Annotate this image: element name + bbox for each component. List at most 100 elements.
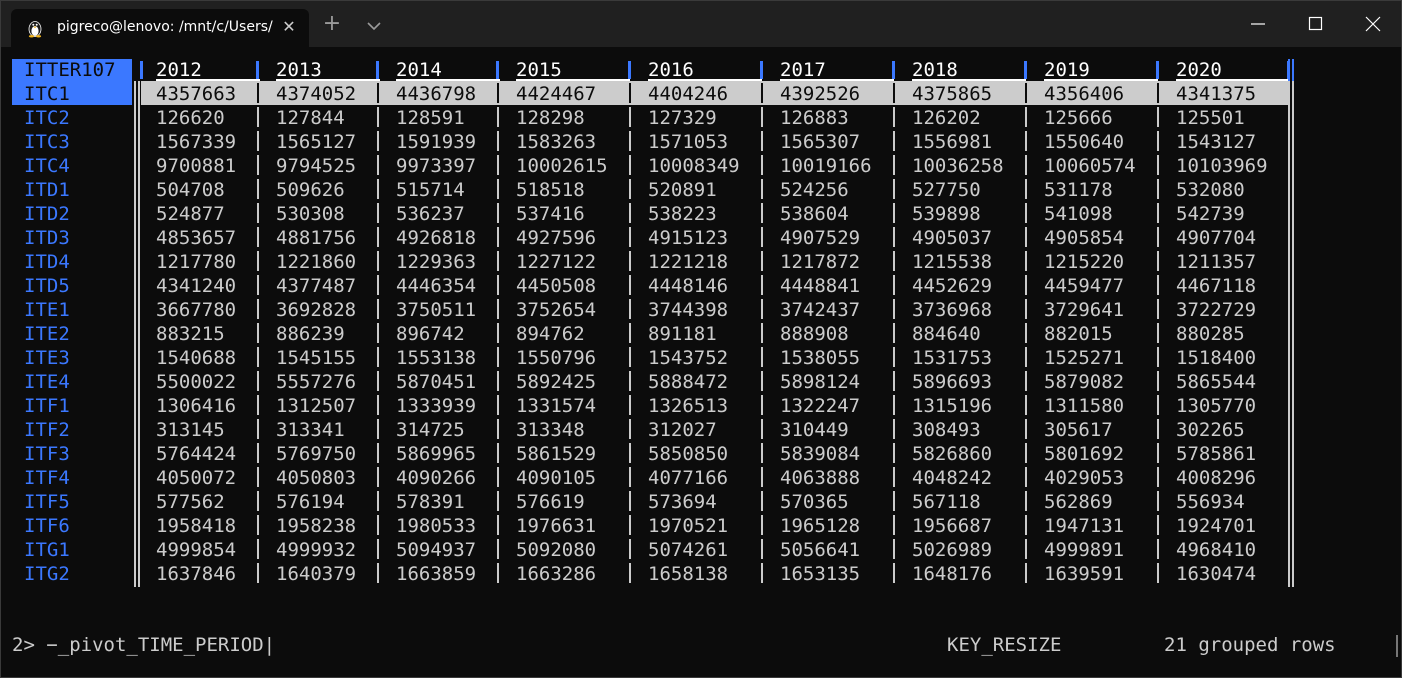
table-cell: 1215220 <box>1044 251 1125 273</box>
table-cell: 1311580 <box>1044 395 1125 417</box>
command-prompt[interactable]: 2> −_pivot_TIME_PERIOD| <box>12 633 275 657</box>
column-separator <box>629 251 631 271</box>
table-row[interactable]: ITE4 5500022 5557276 5870451 5892425 5888472 5… <box>1 369 1401 393</box>
close-tab-icon[interactable]: ✕ <box>279 17 299 37</box>
table-cell: 1538055 <box>780 347 861 369</box>
column-separator <box>629 131 631 151</box>
table-row[interactable]: ITD5 4341240 4377487 4446354 4450508 4448146 4… <box>1 273 1401 297</box>
title-bar[interactable]: pigreco@lenovo: /mnt/c/Users/ ✕ + <box>1 1 1401 47</box>
table-row[interactable]: ITF1 1306416 1312507 1333939 1331574 1326513 1… <box>1 393 1401 417</box>
table-cell: 1653135 <box>780 563 861 585</box>
table-border <box>138 81 140 587</box>
column-header-2020[interactable]: 2020 <box>1176 59 1290 81</box>
column-separator <box>761 419 763 439</box>
table-row[interactable]: ITD1 504708 509626 515714 518518 520891 524256… <box>1 177 1401 201</box>
table-cell: 3742437 <box>780 299 861 321</box>
column-separator <box>893 227 895 247</box>
table-cell: 4375865 <box>912 83 993 105</box>
table-row[interactable]: ITC3 1567339 1565127 1591939 1583263 1571053 1… <box>1 129 1401 153</box>
column-header-2016[interactable]: 2016 <box>648 59 762 81</box>
row-label: ITF4 <box>24 467 70 489</box>
column-separator <box>629 179 631 199</box>
terminal-content[interactable]: ITTER107 2012 2013 2014 2015 2016 2017 2018 201… <box>1 47 1401 677</box>
table-cell: 537416 <box>516 203 585 225</box>
table-cell: 312027 <box>648 419 717 441</box>
table-row[interactable]: ITC4 9700881 9794525 9973397 10002615 1000834… <box>1 153 1401 177</box>
table-cell: 126202 <box>912 107 981 129</box>
column-separator <box>497 563 499 583</box>
column-separator <box>257 539 259 559</box>
column-separator <box>761 347 763 367</box>
table-row[interactable]: ITG2 1637846 1640379 1663859 1663286 1658138 1… <box>1 561 1401 585</box>
table-cell: 125666 <box>1044 107 1113 129</box>
column-separator <box>497 155 499 175</box>
table-row[interactable]: ITF3 5764424 5769750 5869965 5861529 5850850 5… <box>1 441 1401 465</box>
table-cell: 1531753 <box>912 347 993 369</box>
table-row[interactable]: ITF5 577562 576194 578391 576619 573694 570365… <box>1 489 1401 513</box>
column-header-2014[interactable]: 2014 <box>396 59 500 81</box>
table-cell: 1637846 <box>156 563 237 585</box>
table-cell: 4907704 <box>1176 227 1257 249</box>
table-cell: 530308 <box>276 203 345 225</box>
new-tab-button[interactable]: + <box>321 13 343 36</box>
chevron-down-icon[interactable] <box>363 15 385 37</box>
row-label: ITE3 <box>24 347 70 369</box>
table-row[interactable]: ITC1 4357663 4374052 4436798 4424467 4404246 4… <box>1 81 1401 105</box>
table-row[interactable]: ITE3 1540688 1545155 1553138 1550796 1543752 1… <box>1 345 1401 369</box>
table-row[interactable]: ITE1 3667780 3692828 3750511 3752654 3744398 3… <box>1 297 1401 321</box>
terminal-tab[interactable]: pigreco@lenovo: /mnt/c/Users/ ✕ <box>11 9 309 47</box>
row-label: ITF6 <box>24 515 70 537</box>
table-cell: 1648176 <box>912 563 993 585</box>
column-header-2013[interactable]: 2013 <box>276 59 380 81</box>
table-cell: 5557276 <box>276 371 357 393</box>
column-header-2017[interactable]: 2017 <box>780 59 894 81</box>
column-separator <box>629 347 631 367</box>
column-separator <box>1157 203 1159 223</box>
column-separator <box>497 275 499 295</box>
table-cell: 4029053 <box>1044 467 1125 489</box>
table-row[interactable]: ITE2 883215 886239 896742 894762 891181 888908… <box>1 321 1401 345</box>
column-header-2015[interactable]: 2015 <box>516 59 630 81</box>
table-cell: 1550640 <box>1044 131 1125 153</box>
column-separator <box>497 179 499 199</box>
table-cell: 1658138 <box>648 563 729 585</box>
column-separator <box>761 371 763 391</box>
table-cell: 4450508 <box>516 275 597 297</box>
table-row[interactable]: ITF6 1958418 1958238 1980533 1976631 1970521 1… <box>1 513 1401 537</box>
maximize-button[interactable] <box>1287 1 1345 47</box>
column-separator <box>497 347 499 367</box>
table-cell: 3736968 <box>912 299 993 321</box>
table-border <box>1288 81 1290 587</box>
table-cell: 886239 <box>276 323 345 345</box>
minimize-button[interactable] <box>1229 1 1287 47</box>
table-cell: 532080 <box>1176 179 1245 201</box>
table-row[interactable]: ITC2 126620 127844 128591 128298 127329 126883… <box>1 105 1401 129</box>
table-cell: 1958238 <box>276 515 357 537</box>
table-cell: 5898124 <box>780 371 861 393</box>
column-separator <box>629 203 631 223</box>
table-cell: 4926818 <box>396 227 477 249</box>
column-separator <box>257 155 259 175</box>
column-header-2012[interactable]: 2012 <box>156 59 260 81</box>
table-row[interactable]: ITD4 1217780 1221860 1229363 1227122 1221218 1… <box>1 249 1401 273</box>
column-separator <box>629 227 631 247</box>
column-separator <box>1157 131 1159 151</box>
table-row[interactable]: ITD2 524877 530308 536237 537416 538223 538604… <box>1 201 1401 225</box>
row-label: ITC3 <box>24 131 70 153</box>
column-separator <box>761 491 763 511</box>
table-cell: 891181 <box>648 323 717 345</box>
table-row[interactable]: ITG1 4999854 4999932 5094937 5092080 5074261 5… <box>1 537 1401 561</box>
table-row[interactable]: ITF2 313145 313341 314725 313348 312027 310449… <box>1 417 1401 441</box>
table-cell: 4452629 <box>912 275 993 297</box>
column-separator <box>257 203 259 223</box>
table-row[interactable]: ITD3 4853657 4881756 4926818 4927596 4915123 4… <box>1 225 1401 249</box>
column-separator <box>761 155 763 175</box>
table-cell: 4392526 <box>780 83 861 105</box>
table-cell: 882015 <box>1044 323 1113 345</box>
table-row[interactable]: ITF4 4050072 4050803 4090266 4090105 4077166 4… <box>1 465 1401 489</box>
close-window-button[interactable] <box>1344 1 1401 47</box>
table-cell: 5896693 <box>912 371 993 393</box>
key-event-indicator: KEY_RESIZE <box>947 634 1062 656</box>
column-header-2018[interactable]: 2018 <box>912 59 1026 81</box>
column-header-2019[interactable]: 2019 <box>1044 59 1158 81</box>
